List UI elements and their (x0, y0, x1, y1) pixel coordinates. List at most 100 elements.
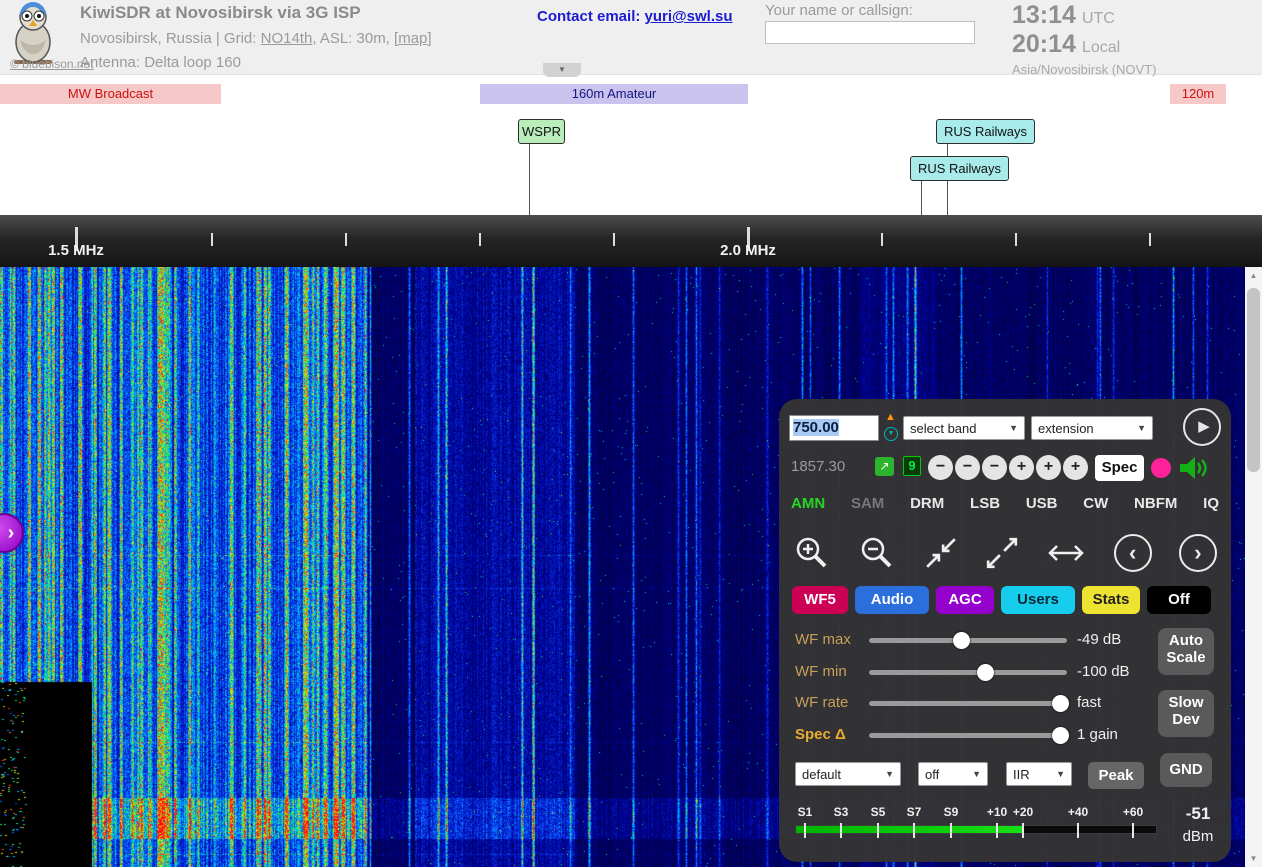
mode-amn[interactable]: AMN (791, 495, 825, 512)
page-right-button[interactable]: › (1179, 534, 1217, 572)
wf-rate-slider[interactable] (869, 701, 1067, 706)
local-label: Local (1082, 39, 1120, 56)
auto-scale-button[interactable]: Auto Scale (1158, 628, 1214, 675)
wf-filter-dropdown[interactable]: IIR▼ (1006, 762, 1072, 786)
scale-minor-tick (345, 233, 347, 246)
scrollbar-thumb[interactable] (1247, 288, 1260, 472)
band-120m[interactable]: 120m (1170, 84, 1226, 104)
smeter-level (796, 826, 1023, 833)
extension-dropdown[interactable]: extension▼ (1031, 416, 1153, 440)
smeter-tick (996, 823, 998, 838)
scale-minor-tick (211, 233, 213, 246)
smeter-dbm-unit: dBm (1171, 828, 1225, 845)
frequency-down-icon[interactable]: ▼ (884, 427, 898, 441)
speaker-icon[interactable] (1178, 454, 1210, 482)
slider-thumb[interactable] (953, 632, 970, 649)
auto-scale-line2: Scale (1158, 649, 1214, 666)
tab-off[interactable]: Off (1147, 586, 1211, 614)
record-icon[interactable] (1151, 458, 1171, 478)
smeter-dbm-value: -51 (1171, 804, 1225, 824)
frequency-up-icon[interactable]: ▲ (883, 411, 898, 425)
smeter-tick-label: +10 (987, 805, 1007, 819)
tab-users[interactable]: Users (1001, 586, 1075, 614)
step-plus-icon[interactable]: + (1009, 455, 1034, 480)
dx-label-rus-railways-2[interactable]: RUS Railways (910, 156, 1009, 181)
location-line: Novosibirsk, Russia | Grid: NO14th, ASL:… (80, 30, 432, 47)
dx-line-wspr (529, 144, 530, 215)
spec-button[interactable]: Spec (1095, 455, 1144, 481)
play-button[interactable]: ▶ (1183, 408, 1221, 446)
grid-link[interactable]: NO14th (261, 30, 313, 47)
mode-cw[interactable]: CW (1083, 495, 1108, 512)
mode-usb[interactable]: USB (1026, 495, 1058, 512)
smeter-tick-label: +40 (1068, 805, 1088, 819)
peak-button[interactable]: Peak (1088, 762, 1144, 789)
zoom-full-span-icon[interactable] (985, 536, 1019, 570)
kiwisdr-app: © bluebison.net KiwiSDR at Novosibirsk v… (0, 0, 1262, 867)
chevron-left-icon: ‹ (1129, 540, 1136, 565)
scroll-up-icon[interactable]: ▲ (1245, 267, 1262, 284)
smeter-bar (795, 825, 1157, 834)
frequency-step-buttons: −−−+++ (928, 455, 1090, 480)
band-160m-amateur[interactable]: 160m Amateur (480, 84, 748, 104)
wf-min-value: -100 dB (1077, 663, 1130, 680)
s-meter: S1 S3 S5 S7 S9 +10 +20 +40 +60 (795, 803, 1161, 859)
frequency-scale[interactable]: 1.5 MHz 2.0 MHz (0, 215, 1262, 267)
page-left-button[interactable]: ‹ (1114, 534, 1152, 572)
wf-aperture-dropdown[interactable]: off▼ (918, 762, 988, 786)
contact-line: Contact email: yuri@swl.su (537, 8, 733, 25)
chevron-right-icon: › (8, 522, 15, 544)
step-plus-icon[interactable]: + (1036, 455, 1061, 480)
tab-audio[interactable]: Audio (855, 586, 929, 614)
gnd-button[interactable]: GND (1160, 753, 1212, 787)
wf-max-row: WF max -49 dB (779, 627, 1159, 653)
zoom-level-indicator: 9 (903, 456, 921, 476)
step-minus-icon[interactable]: − (928, 455, 953, 480)
step-minus-icon[interactable]: − (982, 455, 1007, 480)
topbar-collapse-tab[interactable]: ▼ (543, 63, 581, 77)
scale-label-left: 1.5 MHz (48, 242, 104, 259)
mode-iq[interactable]: IQ (1203, 495, 1219, 512)
wf-colormap-dropdown[interactable]: default▼ (795, 762, 901, 786)
spec-delta-row: Spec Δ 1 gain (779, 722, 1159, 748)
wf-min-slider[interactable] (869, 670, 1067, 675)
mode-sam[interactable]: SAM (851, 495, 884, 512)
spec-delta-slider[interactable] (869, 733, 1067, 738)
frequency-input[interactable]: 750.00 (789, 415, 879, 441)
wf-max-slider[interactable] (869, 638, 1067, 643)
smeter-tick (840, 823, 842, 838)
zoom-out-icon[interactable] (858, 534, 896, 572)
tab-stats[interactable]: Stats (1082, 586, 1140, 614)
mode-lsb[interactable]: LSB (970, 495, 1000, 512)
zoom-in-icon[interactable] (793, 534, 831, 572)
wf-colormap-value: default (802, 767, 841, 782)
slow-dev-button[interactable]: Slow Dev (1158, 690, 1214, 737)
step-minus-icon[interactable]: − (955, 455, 980, 480)
slider-thumb[interactable] (1052, 695, 1069, 712)
step-plus-icon[interactable]: + (1063, 455, 1088, 480)
band-mw-broadcast[interactable]: MW Broadcast (0, 84, 221, 104)
callsign-label: Your name or callsign: (765, 2, 913, 19)
mode-drm[interactable]: DRM (910, 495, 944, 512)
utc-label: UTC (1082, 10, 1115, 27)
mode-nbfm[interactable]: NBFM (1134, 495, 1177, 512)
select-band-dropdown[interactable]: select band▼ (903, 416, 1025, 440)
page-scrollbar[interactable]: ▲ ▼ (1245, 267, 1262, 867)
smeter-tick-label: S5 (871, 805, 886, 819)
passband-width-icon[interactable] (1046, 538, 1086, 568)
link-icon[interactable]: ↗ (875, 457, 894, 476)
dx-label-wspr[interactable]: WSPR (518, 119, 565, 144)
contact-email-link[interactable]: yuri@swl.su (645, 8, 733, 25)
location-text: Novosibirsk, Russia | Grid: (80, 30, 261, 47)
tab-agc[interactable]: AGC (936, 586, 994, 614)
scroll-down-icon[interactable]: ▼ (1245, 850, 1262, 867)
zoom-to-band-icon[interactable] (924, 536, 958, 570)
tab-wf[interactable]: WF5 (792, 586, 848, 614)
wf-rate-label: WF rate (795, 694, 867, 711)
wf-filter-value: IIR (1013, 767, 1030, 782)
slider-thumb[interactable] (1052, 727, 1069, 744)
map-link[interactable]: [map] (394, 30, 432, 47)
slider-thumb[interactable] (977, 664, 994, 681)
callsign-input[interactable] (765, 21, 975, 44)
dx-label-rus-railways-1[interactable]: RUS Railways (936, 119, 1035, 144)
